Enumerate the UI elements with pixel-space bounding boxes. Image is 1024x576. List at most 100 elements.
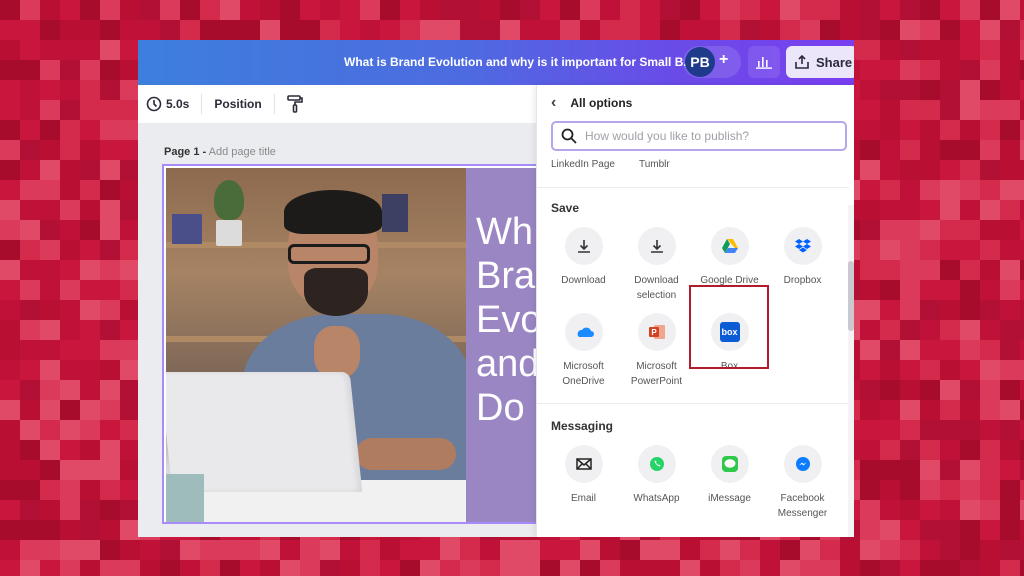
add-collaborator-button[interactable]: + xyxy=(719,51,728,69)
mosaic-tile xyxy=(200,0,220,20)
panel-scrollbar[interactable] xyxy=(848,205,854,537)
mosaic-tile xyxy=(120,60,140,80)
option-download-selection[interactable]: Download selection xyxy=(620,227,693,303)
mosaic-tile xyxy=(80,120,100,140)
publish-search[interactable] xyxy=(551,121,847,151)
document-title[interactable]: What is Brand Evolution and why is it im… xyxy=(344,55,693,69)
book xyxy=(382,194,408,232)
position-button[interactable]: Position xyxy=(214,97,261,111)
mosaic-tile xyxy=(1020,560,1024,576)
option-onedrive[interactable]: Microsoft OneDrive xyxy=(547,313,620,389)
mosaic-tile xyxy=(1020,520,1024,540)
mosaic-tile xyxy=(100,440,120,460)
mosaic-tile xyxy=(360,0,380,20)
top-bar: What is Brand Evolution and why is it im… xyxy=(138,40,854,85)
mosaic-tile xyxy=(80,60,100,80)
mosaic-tile xyxy=(1000,320,1020,340)
mosaic-tile xyxy=(860,340,880,360)
option-email[interactable]: Email xyxy=(547,445,620,521)
mosaic-tile xyxy=(160,560,180,576)
mosaic-tile xyxy=(440,540,460,560)
mosaic-tile xyxy=(80,300,100,320)
mosaic-tile xyxy=(120,80,140,100)
mosaic-tile xyxy=(100,320,120,340)
mosaic-tile xyxy=(900,20,920,40)
mosaic-tile xyxy=(960,80,980,100)
mosaic-tile xyxy=(100,60,120,80)
mosaic-tile xyxy=(1000,180,1020,200)
mosaic-tile xyxy=(140,20,160,40)
mosaic-tile xyxy=(0,80,20,100)
mosaic-tile xyxy=(880,560,900,576)
duration-button[interactable]: 5.0s xyxy=(146,96,189,112)
mosaic-tile xyxy=(80,0,100,20)
user-avatar[interactable]: PB xyxy=(685,47,715,77)
mosaic-tile xyxy=(960,560,980,576)
option-powerpoint[interactable]: P Microsoft PowerPoint xyxy=(620,313,693,389)
paint-format-button[interactable] xyxy=(286,95,303,113)
option-facebook-messenger[interactable]: Facebook Messenger xyxy=(766,445,839,521)
mosaic-tile xyxy=(60,440,80,460)
headline-text[interactable]: Wh Bra Evo and Do xyxy=(466,210,541,430)
add-page-title[interactable]: Add page title xyxy=(209,146,276,158)
mosaic-tile xyxy=(60,160,80,180)
scrollbar-thumb[interactable] xyxy=(848,261,854,331)
mosaic-tile xyxy=(680,0,700,20)
mosaic-tile xyxy=(940,520,960,540)
option-linkedin-page[interactable]: LinkedIn Page xyxy=(551,159,615,170)
option-imessage[interactable]: iMessage xyxy=(693,445,766,521)
mosaic-tile xyxy=(0,140,20,160)
mosaic-tile xyxy=(100,460,120,480)
mosaic-tile xyxy=(960,420,980,440)
mosaic-tile xyxy=(0,300,20,320)
mosaic-tile xyxy=(20,380,40,400)
option-whatsapp[interactable]: WhatsApp xyxy=(620,445,693,521)
mosaic-tile xyxy=(20,500,40,520)
duration-value: 5.0s xyxy=(166,97,190,111)
mosaic-tile xyxy=(580,540,600,560)
mosaic-tile xyxy=(1000,260,1020,280)
back-chevron-icon[interactable]: ‹ xyxy=(551,95,556,111)
options-list[interactable]: LinkedIn Page Tumblr Save Download Downl… xyxy=(537,157,849,537)
mosaic-tile xyxy=(860,440,880,460)
mosaic-tile xyxy=(920,240,940,260)
design-page[interactable]: Wh Bra Evo and Do xyxy=(162,164,562,524)
mosaic-tile xyxy=(580,20,600,40)
mosaic-tile xyxy=(0,0,20,20)
mosaic-tile xyxy=(1000,380,1020,400)
insights-button[interactable] xyxy=(748,46,780,78)
mosaic-tile xyxy=(20,160,40,180)
mosaic-tile xyxy=(840,540,860,560)
mosaic-tile xyxy=(880,440,900,460)
publish-panel: ‹ All options LinkedIn Page Tumblr Save xyxy=(536,85,854,537)
hand xyxy=(314,326,360,378)
photo-man-at-laptop[interactable] xyxy=(166,168,466,522)
mosaic-tile xyxy=(980,260,1000,280)
mosaic-tile xyxy=(860,200,880,220)
download-icon xyxy=(577,240,590,253)
mosaic-tile xyxy=(140,560,160,576)
mosaic-tile xyxy=(40,520,60,540)
mosaic-tile xyxy=(800,0,820,20)
mosaic-tile xyxy=(940,560,960,576)
mosaic-tile xyxy=(960,120,980,140)
mosaic-tile xyxy=(900,100,920,120)
share-button[interactable]: Share xyxy=(786,46,854,78)
mosaic-tile xyxy=(100,100,120,120)
mosaic-tile xyxy=(100,160,120,180)
mosaic-tile xyxy=(220,20,240,40)
publish-search-input[interactable] xyxy=(585,129,835,143)
mosaic-tile xyxy=(540,540,560,560)
mosaic-tile xyxy=(940,120,960,140)
mosaic-tile xyxy=(920,140,940,160)
option-download[interactable]: Download xyxy=(547,227,620,303)
mosaic-tile xyxy=(40,320,60,340)
mosaic-tile xyxy=(300,20,320,40)
mosaic-tile xyxy=(80,160,100,180)
option-dropbox[interactable]: Dropbox xyxy=(766,227,839,303)
mosaic-tile xyxy=(900,360,920,380)
mosaic-tile xyxy=(440,560,460,576)
mosaic-tile xyxy=(780,20,800,40)
mosaic-tile xyxy=(960,140,980,160)
option-tumblr[interactable]: Tumblr xyxy=(639,159,670,170)
